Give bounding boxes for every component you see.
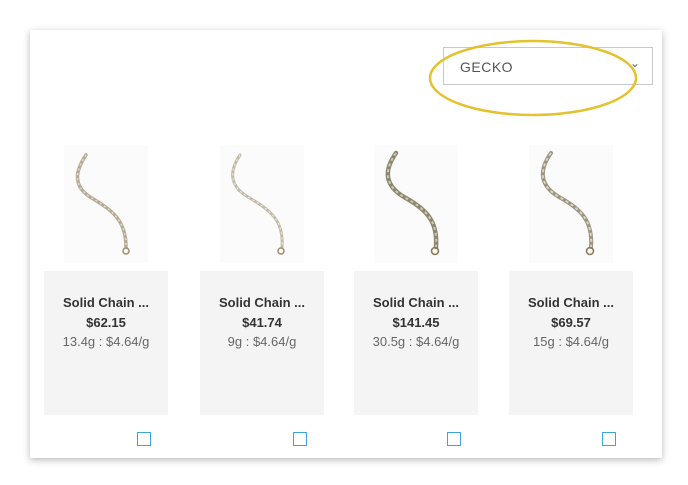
product-name[interactable]: Solid Chain ...: [200, 295, 324, 310]
product-card[interactable]: Solid Chain ... $41.74 9g : $4.64/g: [200, 271, 324, 415]
product-weight-rate: 13.4g : $4.64/g: [62, 334, 150, 349]
compare-checkbox[interactable]: [602, 432, 616, 446]
chain-image[interactable]: [64, 145, 148, 263]
metal-filter-value: GECKO: [460, 59, 514, 75]
product-card[interactable]: Solid Chain ... $62.15 13.4g : $4.64/g: [44, 271, 168, 415]
product-price: $141.45: [392, 315, 440, 330]
product-card[interactable]: Solid Chain ... $69.57 15g : $4.64/g: [509, 271, 633, 415]
product-price: $69.57: [551, 315, 591, 330]
compare-checkbox[interactable]: [447, 432, 461, 446]
product-name[interactable]: Solid Chain ...: [354, 295, 478, 310]
chain-image[interactable]: [529, 145, 613, 263]
product-price: $41.74: [242, 315, 282, 330]
chain-image[interactable]: [374, 145, 458, 263]
product-weight-rate: 30.5g : $4.64/g: [372, 334, 460, 349]
compare-checkbox[interactable]: [293, 432, 307, 446]
product-price: $62.15: [86, 315, 126, 330]
product-name[interactable]: Solid Chain ...: [44, 295, 168, 310]
compare-checkbox[interactable]: [137, 432, 151, 446]
product-name[interactable]: Solid Chain ...: [509, 295, 633, 310]
product-card[interactable]: Solid Chain ... $141.45 30.5g : $4.64/g: [354, 271, 478, 415]
chevron-down-icon: ⌄: [629, 56, 640, 70]
metal-filter-select[interactable]: GECKO ⌄: [443, 47, 653, 85]
product-weight-rate: 9g : $4.64/g: [227, 334, 297, 349]
chain-image[interactable]: [220, 145, 304, 263]
product-weight-rate: 15g : $4.64/g: [533, 334, 609, 349]
